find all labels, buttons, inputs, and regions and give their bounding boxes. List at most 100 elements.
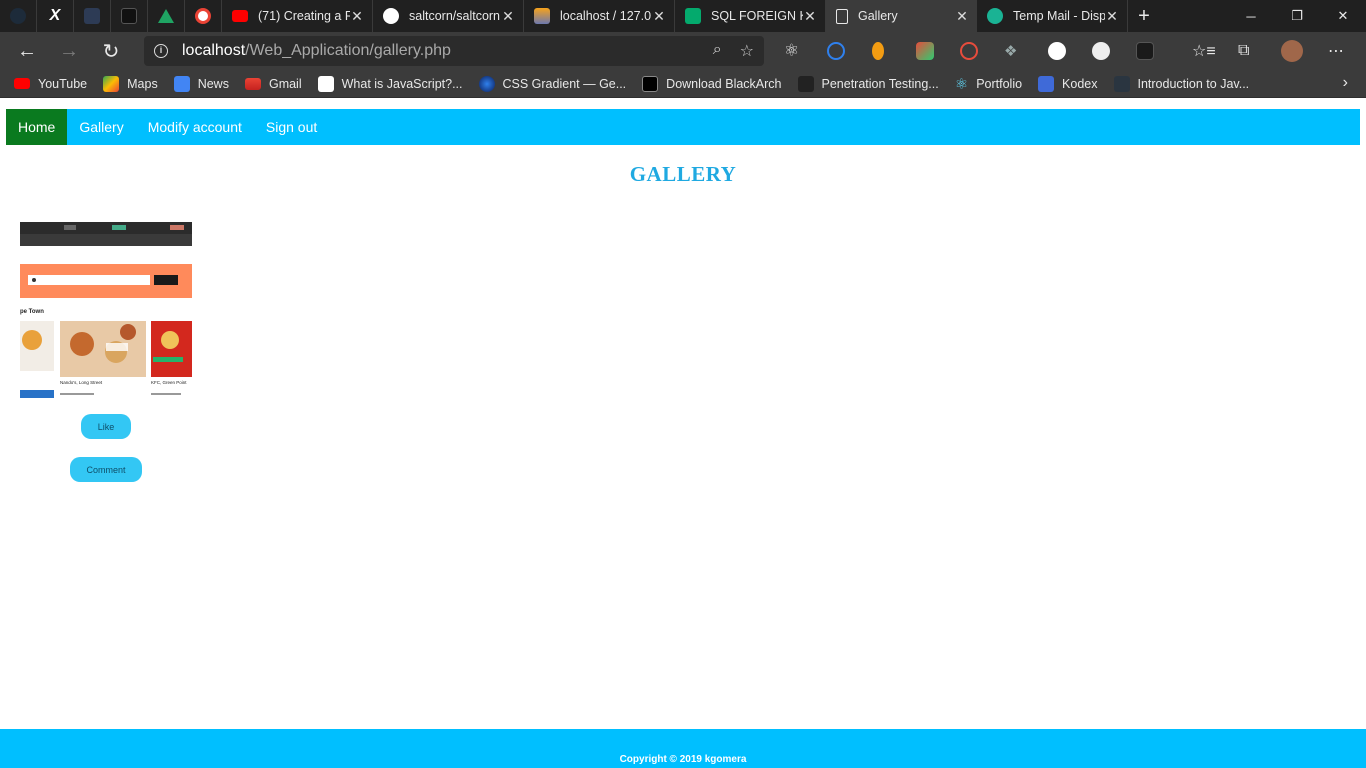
comment-button[interactable]: Comment bbox=[70, 457, 142, 482]
bookmark-label: CSS Gradient — Ge... bbox=[502, 76, 627, 91]
bookmark-intro-java[interactable]: Introduction to Jav... bbox=[1113, 75, 1250, 92]
extension-dark-icon[interactable] bbox=[1136, 32, 1154, 70]
extension-record-icon[interactable] bbox=[960, 32, 978, 70]
bookmark-news[interactable]: News bbox=[173, 75, 229, 92]
new-tab-button[interactable]: + bbox=[1128, 0, 1160, 32]
google-drive-icon bbox=[158, 9, 174, 23]
browser-tab[interactable]: localhost / 127.0 ✕ bbox=[524, 0, 675, 32]
tab-title: localhost / 127.0 bbox=[560, 9, 652, 23]
bookmark-label: Gmail bbox=[268, 76, 302, 91]
x-logo-icon: X bbox=[49, 7, 61, 24]
tempmail-icon bbox=[987, 8, 1003, 24]
bookmark-label: Introduction to Jav... bbox=[1137, 76, 1250, 91]
bookmark-label: Kodex bbox=[1062, 76, 1098, 91]
bookmark-gmail[interactable]: Gmail bbox=[244, 76, 302, 91]
extension-blue-icon[interactable] bbox=[827, 32, 845, 70]
favorites-list-icon[interactable]: ☆≡ bbox=[1192, 32, 1216, 70]
close-tab-icon[interactable]: ✕ bbox=[1105, 8, 1119, 25]
hashnode-icon bbox=[84, 8, 100, 24]
nav-home-link[interactable]: Home bbox=[6, 109, 68, 145]
close-tab-icon[interactable]: ✕ bbox=[955, 8, 969, 25]
pinned-tab[interactable]: X bbox=[37, 0, 74, 32]
gmail-icon bbox=[244, 77, 261, 90]
copyright-text: Copyright © 2019 kgomera bbox=[619, 754, 747, 765]
bookmark-css-gradient[interactable]: CSS Gradient — Ge... bbox=[478, 75, 627, 92]
bookmark-maps[interactable]: Maps bbox=[103, 75, 158, 92]
tab-title: Gallery bbox=[858, 9, 898, 23]
bookmark-label: YouTube bbox=[38, 76, 88, 91]
kodex-icon bbox=[1038, 75, 1055, 92]
page-icon bbox=[836, 8, 848, 24]
dragon-icon bbox=[797, 75, 814, 92]
maps-icon bbox=[103, 75, 120, 92]
browser-tab[interactable]: (71) Creating a R ✕ bbox=[222, 0, 373, 32]
food-item-name: Nando's, Long Street bbox=[60, 380, 103, 385]
gallery-image-graphic: pe Town Nando's, Long Street KFC, Green … bbox=[20, 222, 192, 398]
pinned-tab[interactable] bbox=[74, 0, 111, 32]
tab-title: SQL FOREIGN KE bbox=[711, 9, 803, 23]
youtube-icon bbox=[232, 10, 248, 22]
nav-sign-out-link[interactable]: Sign out bbox=[254, 109, 329, 145]
bookmark-youtube[interactable]: YouTube bbox=[14, 77, 87, 91]
bookmark-pentest[interactable]: Penetration Testing... bbox=[797, 75, 939, 92]
collections-icon[interactable]: ⧉ bbox=[1238, 32, 1249, 70]
google-icon bbox=[195, 8, 211, 24]
close-tab-icon[interactable]: ✕ bbox=[803, 8, 817, 25]
youtube-icon bbox=[14, 78, 30, 89]
browser-tab-active[interactable]: Gallery ✕ bbox=[826, 0, 977, 32]
food-item-name: KFC, Green Point bbox=[151, 380, 187, 385]
tab-title: saltcorn/saltcorn bbox=[409, 9, 501, 23]
page-title: GALLERY bbox=[629, 162, 737, 186]
bookmark-portfolio[interactable]: ⚛ Portfolio bbox=[955, 75, 1022, 93]
profile-avatar[interactable] bbox=[1281, 32, 1303, 70]
bookmark-label: Download BlackArch bbox=[666, 76, 782, 91]
more-menu-icon[interactable]: ⋯ bbox=[1328, 32, 1344, 70]
forward-button[interactable]: → bbox=[48, 35, 90, 67]
pinned-tab[interactable] bbox=[148, 0, 185, 32]
close-window-icon[interactable]: ✕ bbox=[1320, 0, 1366, 32]
refresh-button[interactable]: ↻ bbox=[90, 35, 132, 67]
chevron-right-icon[interactable]: › bbox=[1343, 74, 1348, 92]
pinned-tab[interactable] bbox=[0, 0, 37, 32]
pinned-tab[interactable] bbox=[185, 0, 222, 32]
bookmark-javascript[interactable]: What is JavaScript?... bbox=[317, 75, 463, 92]
nav-gallery-link[interactable]: Gallery bbox=[67, 109, 135, 145]
like-button[interactable]: Like bbox=[81, 414, 131, 439]
bookmark-dark-icon bbox=[1113, 75, 1130, 92]
dropbox-icon[interactable]: ❖ bbox=[1004, 32, 1017, 70]
gallery-image[interactable]: pe Town Nando's, Long Street KFC, Green … bbox=[20, 222, 192, 398]
github-icon bbox=[383, 8, 399, 24]
url-path: /Web_Application/gallery.php bbox=[245, 42, 451, 59]
nav-modify-account-link[interactable]: Modify account bbox=[136, 109, 254, 145]
page-content: Home Gallery Modify account Sign out GAL… bbox=[0, 98, 1366, 768]
favorite-star-icon[interactable]: ☆ bbox=[740, 41, 754, 61]
extension-react-icon[interactable]: ⚛ bbox=[784, 32, 799, 70]
zoom-icon[interactable]: ⌕ bbox=[713, 41, 722, 61]
site-info-icon[interactable]: i bbox=[154, 44, 168, 58]
bookmark-blackarch[interactable]: Download BlackArch bbox=[642, 75, 782, 92]
extension-circle-icon[interactable] bbox=[1092, 32, 1110, 70]
phpmyadmin-icon bbox=[534, 8, 550, 24]
minimize-icon[interactable]: ─ bbox=[1228, 0, 1274, 32]
pinned-app-icon bbox=[10, 8, 26, 24]
back-button[interactable]: ← bbox=[6, 35, 48, 67]
medium-icon bbox=[121, 8, 137, 24]
extension-orange-icon[interactable] bbox=[872, 32, 884, 70]
bookmark-label: Portfolio bbox=[976, 76, 1023, 91]
extension-colorzilla-icon[interactable] bbox=[916, 32, 934, 70]
site-footer: Copyright © 2019 kgomera bbox=[0, 729, 1366, 768]
blackarch-icon bbox=[642, 75, 659, 92]
browser-tab[interactable]: Temp Mail - Disp ✕ bbox=[977, 0, 1128, 32]
github-extension-icon[interactable] bbox=[1048, 32, 1066, 70]
browser-tab[interactable]: SQL FOREIGN KE ✕ bbox=[675, 0, 826, 32]
browser-tab[interactable]: saltcorn/saltcorn ✕ bbox=[373, 0, 524, 32]
close-tab-icon[interactable]: ✕ bbox=[501, 8, 515, 25]
address-bar[interactable]: i localhost /Web_Application/gallery.php… bbox=[144, 36, 764, 66]
bookmark-kodex[interactable]: Kodex bbox=[1038, 75, 1098, 92]
pinned-tab[interactable] bbox=[111, 0, 148, 32]
window-controls: ─ ❐ ✕ bbox=[1228, 0, 1366, 32]
restore-icon[interactable]: ❐ bbox=[1274, 0, 1320, 32]
close-tab-icon[interactable]: ✕ bbox=[652, 8, 666, 25]
tab-title: (71) Creating a R bbox=[258, 9, 350, 23]
close-tab-icon[interactable]: ✕ bbox=[350, 8, 364, 25]
